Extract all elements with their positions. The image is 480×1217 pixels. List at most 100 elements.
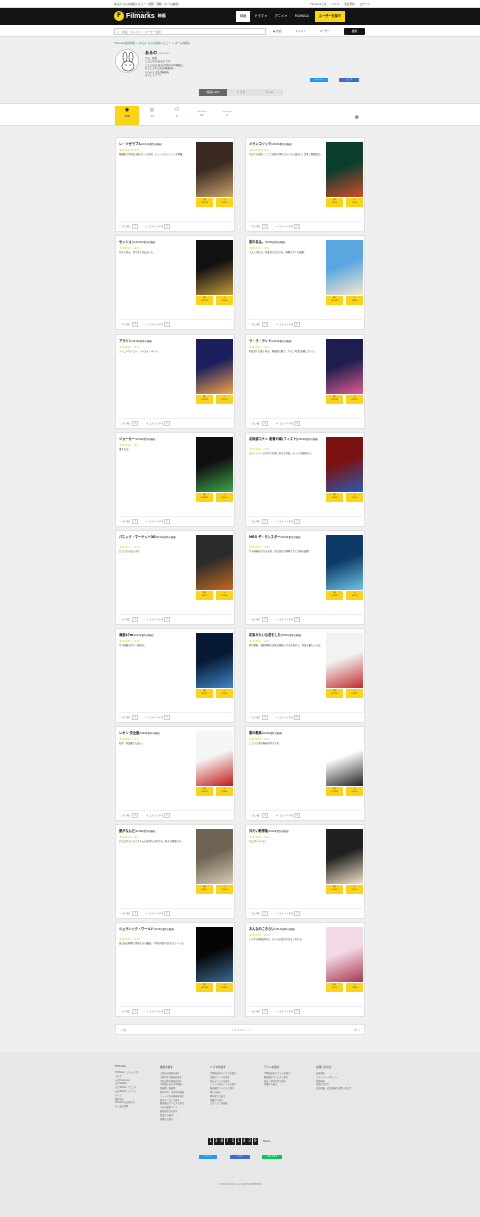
like-button[interactable]: ♡ いいね！ 0 (249, 421, 268, 426)
breadcrumb-item[interactable]: あるの さんの映画レビュー (139, 42, 171, 45)
comment-button[interactable]: ▭ コメントする 0 (276, 1009, 300, 1014)
movie-poster[interactable] (326, 240, 363, 295)
more-icon[interactable]: … (361, 617, 363, 621)
watched-button[interactable]: 👁 45652 (196, 689, 213, 698)
pager-pages[interactable]: 1 2 3 4 5 … 7 (232, 1028, 251, 1032)
footer-link[interactable]: 声優から探す (264, 1083, 312, 1087)
like-button[interactable]: ♡ いいね！ 0 (119, 421, 138, 426)
more-icon[interactable]: … (231, 1009, 233, 1013)
stat-following[interactable]: Following 81 (190, 106, 214, 125)
clip-button[interactable]: ◎ 15661 (216, 983, 233, 992)
watched-button[interactable]: 👁 164860 (196, 493, 213, 502)
comment-button[interactable]: ▭ コメントする 0 (146, 421, 170, 426)
clip-button[interactable]: ◎ 47358 (346, 395, 363, 404)
like-button[interactable]: ♡ いいね！ 0 (119, 813, 138, 818)
movie-title[interactable]: アラジン(2019年製作の映画) (119, 339, 193, 344)
comment-button[interactable]: ▭ コメントする 0 (276, 715, 300, 720)
nav-filmaga[interactable]: FILMAGA (291, 11, 313, 22)
stat-clip[interactable]: ◎ 14 (140, 106, 164, 125)
movie-title[interactable]: レ・ミゼラブル(2012年製作の映画) (119, 142, 193, 147)
clip-button[interactable]: ◎ 27534 (216, 885, 233, 894)
comment-button[interactable]: ▭ コメントする 0 (146, 715, 170, 720)
search-option-work[interactable]: 作品 (273, 29, 281, 33)
comment-button[interactable]: ▭ コメントする 0 (276, 421, 300, 426)
like-button[interactable]: ♡ いいね！ 0 (249, 911, 268, 916)
topbar-link-login[interactable]: ログイン (360, 2, 370, 6)
pager-next[interactable]: 次 > (354, 1028, 360, 1032)
search-input[interactable]: ⌕ 映画・キャスト・ユーザー検索 (114, 27, 266, 35)
movie-card[interactable]: ジュラシック・ワールド(2015年製作の映画) ★★★★☆4.0 迫力ある映像と恐竜… (115, 922, 235, 1017)
comment-button[interactable]: ▭ コメントする 0 (276, 813, 300, 818)
clip-button[interactable]: ◎ 5026 (346, 198, 363, 207)
topbar-link-about[interactable]: Filmarksとは (311, 2, 327, 6)
clip-button[interactable]: ◎ 61385 (346, 689, 363, 698)
grid-view-icon[interactable]: ▦ (355, 114, 359, 119)
clip-button[interactable]: ◎ 63366 (216, 296, 233, 305)
clip-button[interactable]: ◎ 5956 (216, 591, 233, 600)
movie-poster[interactable] (326, 829, 363, 884)
comment-button[interactable]: ▭ コメントする 0 (276, 224, 300, 229)
like-button[interactable]: ♡ いいね！ 0 (119, 322, 138, 327)
movie-poster[interactable] (196, 731, 233, 786)
topbar-link-help[interactable]: ヘルプ (331, 2, 339, 6)
movie-poster[interactable] (196, 339, 233, 394)
nav-drama[interactable]: ドラマ ▾ (250, 11, 270, 22)
more-icon[interactable]: … (361, 813, 363, 817)
clip-button[interactable]: ◎ 35013 (216, 198, 233, 207)
movie-poster[interactable] (196, 535, 233, 590)
footer-line-button[interactable]: LINEで送る (262, 1155, 282, 1159)
movie-title[interactable]: 名探偵コナン 紺青の拳(フィスト)(2019年製作の映画) (249, 437, 323, 442)
like-button[interactable]: ♡ いいね！ 0 (249, 715, 268, 720)
breadcrumb-item[interactable]: Filmarks映画情報 (114, 42, 135, 45)
movie-title[interactable]: セッション(2014年製作の映画) (119, 240, 193, 245)
nav-anime[interactable]: アニメ ▾ (271, 11, 291, 22)
watched-button[interactable]: 👁 214281 (326, 395, 343, 404)
watched-button[interactable]: 👁 19562 (326, 493, 343, 502)
comment-button[interactable]: ▭ コメントする 0 (146, 322, 170, 327)
clip-button[interactable]: ◎ 32775 (346, 885, 363, 894)
watched-button[interactable]: 👁 113863 (326, 787, 343, 796)
tweet-button[interactable]: ツイート (310, 78, 328, 82)
clip-button[interactable]: ◎ 20636 (346, 787, 363, 796)
movie-poster[interactable] (196, 142, 233, 197)
comment-button[interactable]: ▭ コメントする 0 (146, 1009, 170, 1014)
movie-title[interactable]: 海底47m(2017年製作の映画) (119, 633, 193, 638)
comment-button[interactable]: ▭ コメントする 0 (276, 322, 300, 327)
movie-card[interactable]: 愛がなんだ(2018年製作の映画) ★★★★☆4.0 どちらかというと主人公の気持ち… (115, 824, 235, 919)
movie-title[interactable]: レオン 完全版(1994年製作の映画) (119, 731, 193, 736)
movie-poster[interactable] (326, 633, 363, 688)
movie-card[interactable]: メランコリック(2018年製作の映画) ★★★★★5.0 かなりの良作。ここでは書き… (245, 137, 365, 232)
more-icon[interactable]: … (231, 224, 233, 228)
movie-title[interactable]: パニック・マーケット3D(2012年製作の映画) (119, 535, 193, 540)
tab-movie[interactable]: 映画(126) (199, 89, 227, 96)
footer-link[interactable]: 俳優から探す (160, 1118, 208, 1122)
movie-poster[interactable] (196, 927, 233, 982)
movie-title[interactable]: ラ・ラ・ランド(2016年製作の映画) (249, 339, 323, 344)
watched-button[interactable]: 👁 61360 (326, 885, 343, 894)
more-icon[interactable]: … (361, 421, 363, 425)
movie-poster[interactable] (196, 240, 233, 295)
movie-poster[interactable] (196, 437, 233, 492)
movie-card[interactable]: ラ・ラ・ランド(2016年製作の映画) ★★★★☆4.3 何度見ても楽しめる。映画館… (245, 334, 365, 429)
movie-card[interactable]: MEG ザ・モンスター(2018年製作の映画) ★★★★☆3.8 サメ映画好きなら必… (245, 530, 365, 625)
search-button[interactable]: 検索 (344, 27, 365, 35)
movie-card[interactable]: 君の名は。(2016年製作の映画) ★★★★☆4.5 ラストが好き。何度見ても泣ける… (245, 235, 365, 330)
watched-button[interactable]: 👁 4623 (326, 198, 343, 207)
movie-card[interactable]: おんなのこきらい(2014年製作の映画) ★★★★☆4.0 この手の映画が好き。主人… (245, 922, 365, 1017)
comment-button[interactable]: ▭ コメントする 0 (146, 617, 170, 622)
comment-button[interactable]: ▭ コメントする 0 (276, 519, 300, 524)
movie-poster[interactable] (326, 437, 363, 492)
footer-link[interactable]: プロレス・格闘技 (210, 1102, 258, 1106)
stat-watched[interactable]: ◉ 126 (115, 106, 139, 125)
movie-card[interactable]: アラジン(2019年製作の映画) ★★★★☆4.5 ジーニーサイコー。ジャスミンキレ… (115, 334, 235, 429)
comment-button[interactable]: ▭ コメントする 0 (276, 911, 300, 916)
movie-title[interactable]: メランコリック(2018年製作の映画) (249, 142, 323, 147)
movie-card[interactable]: 名探偵コナン 紺青の拳(フィスト)(2019年製作の映画) ★★★★☆4.0 コナン… (245, 432, 365, 527)
clip-button[interactable]: ◎ 13663 (346, 983, 363, 992)
movie-card[interactable]: 悪の教典(2012年製作の映画) ★★★★☆4.0 こういう系の映画が好きです。 👁 1… (245, 726, 365, 821)
movie-poster[interactable] (196, 633, 233, 688)
like-button[interactable]: ♡ いいね！ 0 (119, 224, 138, 229)
nav-find-users[interactable]: ユーザーを探す (314, 11, 346, 22)
movie-title[interactable]: ジュラシック・ワールド(2015年製作の映画) (119, 927, 193, 932)
movie-title[interactable]: 愛がなんだ(2018年製作の映画) (119, 829, 193, 834)
